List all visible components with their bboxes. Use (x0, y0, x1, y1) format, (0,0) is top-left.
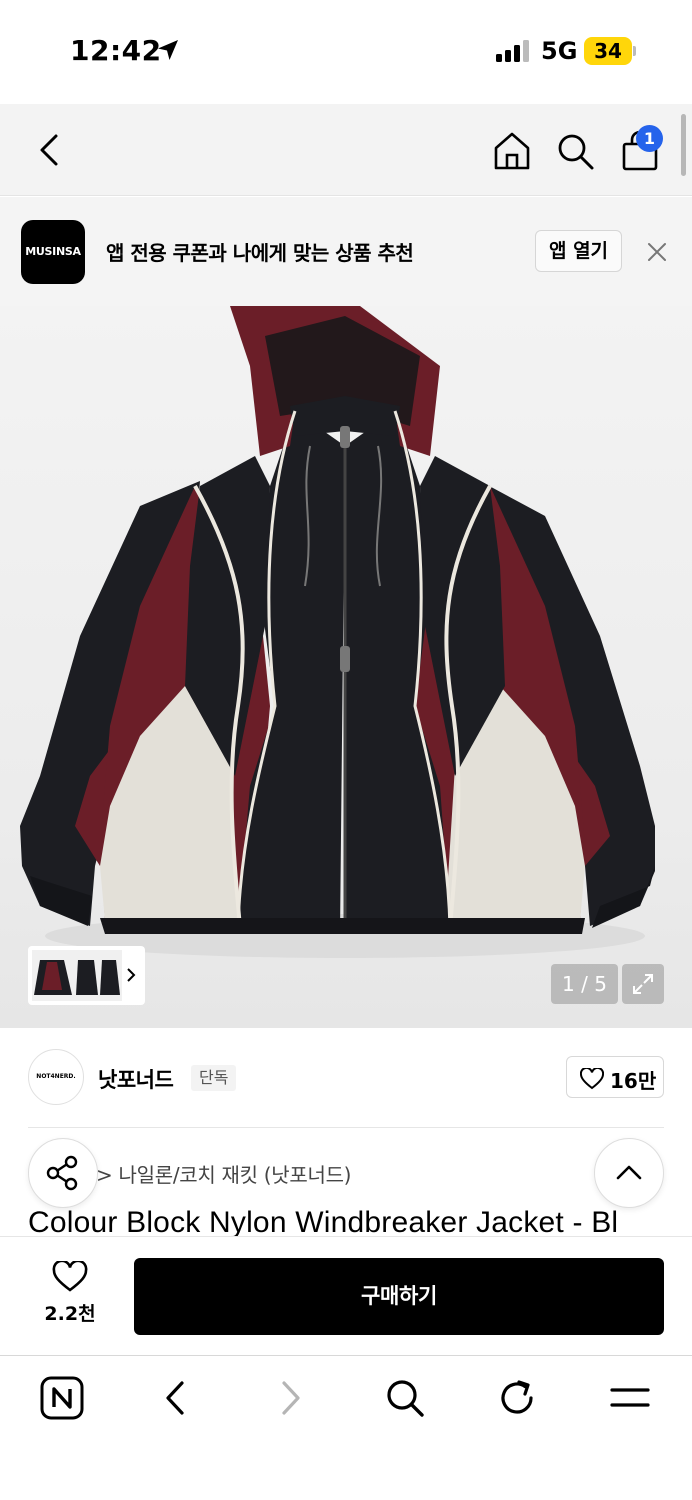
search-icon[interactable] (556, 132, 596, 172)
purchase-bar: 2.2천 구매하기 (0, 1236, 692, 1356)
brand-like-button[interactable]: 16만 (566, 1056, 664, 1098)
menu-icon[interactable] (609, 1376, 651, 1420)
brand-name[interactable]: 낫포너드 (98, 1064, 174, 1094)
brand-like-count: 16만 (610, 1069, 657, 1093)
thumbnail-strip[interactable] (28, 946, 145, 1005)
expand-icon (633, 974, 653, 994)
reload-icon[interactable] (497, 1376, 537, 1420)
heart-icon (580, 1068, 604, 1090)
network-type: 5G (541, 37, 578, 65)
battery-cap (633, 46, 636, 56)
brand-row: NOT4NERD. 낫포너드 단독 16만 (0, 1028, 692, 1128)
page-scrollbar[interactable] (681, 114, 686, 176)
app-install-banner: MUSINSA 앱 전용 쿠폰과 나에게 맞는 상품 추천 앱 열기 (0, 197, 692, 306)
home-icon[interactable] (492, 130, 532, 172)
buy-button[interactable]: 구매하기 (134, 1258, 664, 1335)
battery-indicator: 34 (584, 37, 632, 65)
search-icon[interactable] (384, 1376, 426, 1420)
wishlist-count: 2.2천 (44, 1303, 96, 1325)
close-icon[interactable] (646, 241, 668, 263)
musinsa-logo: MUSINSA (21, 220, 85, 284)
forward-icon[interactable] (276, 1376, 306, 1420)
app-header (0, 104, 692, 196)
open-app-button[interactable]: 앱 열기 (535, 230, 622, 272)
divider (28, 1127, 664, 1128)
status-time: 12:42 (70, 34, 162, 67)
cart-count-badge: 1 (636, 125, 663, 152)
chevron-up-icon (616, 1165, 642, 1180)
thumbnail-images (32, 950, 122, 1001)
heart-icon (52, 1261, 88, 1292)
banner-message: 앱 전용 쿠폰과 나에게 맞는 상품 추천 (106, 241, 414, 265)
location-arrow-icon (158, 40, 178, 60)
wishlist-button[interactable]: 2.2천 (34, 1261, 106, 1326)
image-page-indicator: 1 / 5 (551, 964, 618, 1004)
back-icon[interactable] (34, 130, 64, 170)
product-image-gallery[interactable] (0, 306, 692, 1028)
fullscreen-button[interactable] (622, 964, 664, 1004)
title-clip: Colour Block Nylon Windbreaker Jacket - … (0, 1200, 692, 1236)
chevron-right-icon[interactable] (125, 966, 137, 984)
naver-icon[interactable] (40, 1376, 84, 1420)
share-icon (46, 1155, 78, 1191)
back-icon[interactable] (160, 1376, 190, 1420)
status-bar: 12:42 5G 34 (0, 0, 692, 104)
category-breadcrumb[interactable]: > 나일론/코치 재킷 (낫포너드) (96, 1159, 351, 1188)
browser-toolbar (0, 1356, 692, 1500)
scroll-top-button[interactable] (594, 1138, 664, 1208)
product-title: Colour Block Nylon Windbreaker Jacket - … (28, 1206, 619, 1236)
share-button[interactable] (28, 1138, 98, 1208)
product-photo-jacket (20, 306, 655, 958)
cellular-signal-icon (496, 40, 529, 62)
exclusive-badge: 단독 (191, 1065, 237, 1091)
brand-logo[interactable]: NOT4NERD. (28, 1049, 84, 1105)
